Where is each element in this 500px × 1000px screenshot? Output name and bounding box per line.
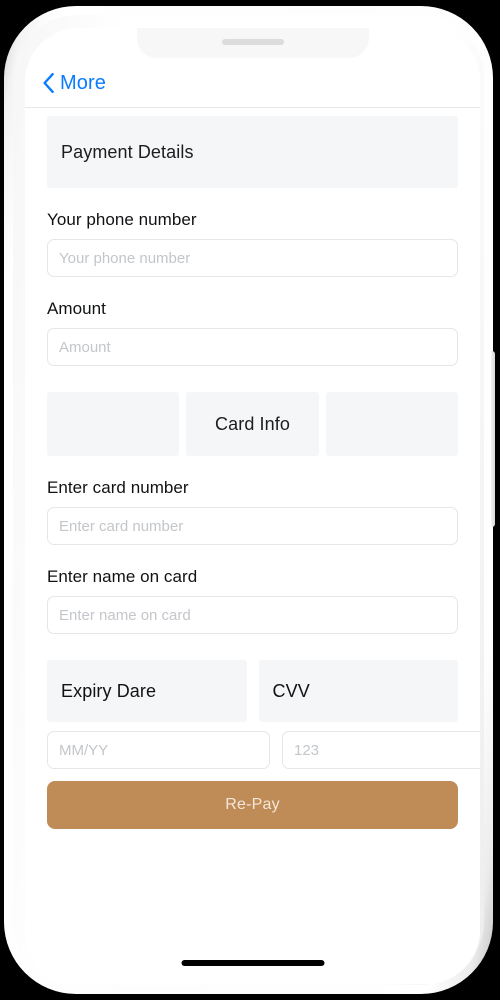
chevron-left-icon [43,72,54,93]
screenshot-stage: More Payment Details Your phone number Y… [0,0,500,1000]
payment-details-header: Payment Details [47,116,458,188]
phone-number-field-group: Your phone number [47,210,458,277]
card-name-field-group: Enter name on card [47,567,458,634]
expiry-date-input[interactable] [47,731,270,769]
cvv-input[interactable] [282,731,480,769]
card-info-header-row: Card Info [47,392,458,456]
card-name-label: Enter name on card [47,567,198,586]
card-info-header-center-cell: Card Info [186,392,319,456]
expiry-date-header-cell: Expiry Dare [47,660,247,722]
app-container: More Payment Details Your phone number Y… [25,28,480,984]
card-info-header-left-cell [47,392,180,456]
back-button[interactable]: More [25,69,116,97]
phone-number-label: Your phone number [47,210,197,229]
re-pay-button[interactable]: Re-Pay [47,781,458,829]
card-number-label: Enter card number [47,478,189,497]
phone-side-button[interactable] [491,351,495,527]
card-info-header-right-cell [325,392,458,456]
payment-form-scroll-area[interactable]: Payment Details Your phone number Amount [25,108,480,984]
expiry-cvv-input-row [47,731,480,769]
amount-field-group: Amount [47,299,458,366]
phone-number-input[interactable] [47,239,458,277]
payment-details-title: Payment Details [61,141,194,162]
card-number-field-group: Enter card number [47,478,458,545]
card-number-input[interactable] [47,507,458,545]
cvv-header-cell: CVV [258,660,458,722]
back-button-label: More [60,71,106,94]
amount-input[interactable] [47,328,458,366]
amount-label: Amount [47,299,106,318]
home-indicator-bar[interactable] [181,960,324,966]
phone-notch [136,28,369,58]
expiry-date-label: Expiry Dare [61,680,157,701]
speaker-slot-icon [221,39,284,45]
phone-screen: More Payment Details Your phone number Y… [25,28,480,984]
card-info-title: Card Info [215,413,290,434]
phone-frame: More Payment Details Your phone number Y… [4,6,495,994]
expiry-cvv-header-row: Expiry Dare CVV [47,660,458,722]
cvv-label: CVV [272,680,310,701]
card-name-input[interactable] [47,596,458,634]
